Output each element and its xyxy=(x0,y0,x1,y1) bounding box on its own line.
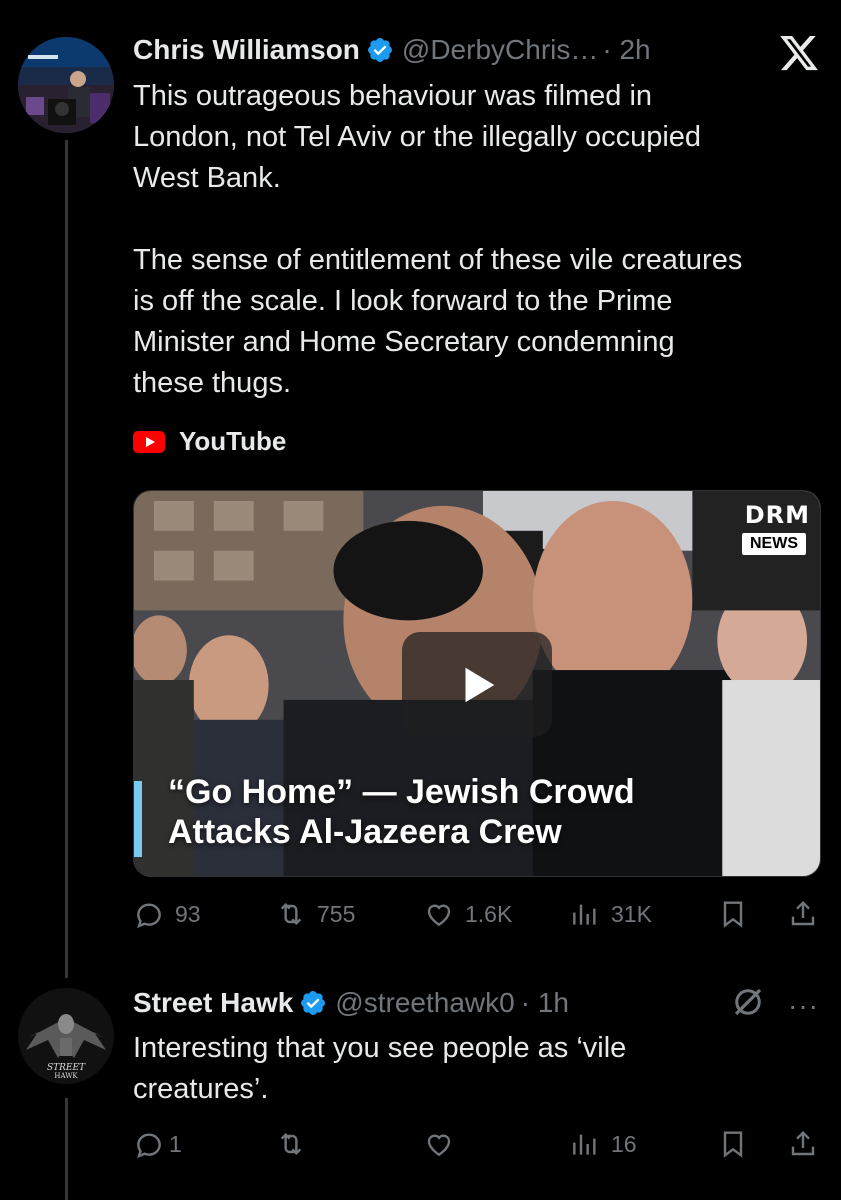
reply-button[interactable]: 93 xyxy=(133,894,201,934)
share-icon xyxy=(791,1130,815,1156)
author-name[interactable]: Street Hawk xyxy=(133,987,293,1019)
like-icon xyxy=(427,904,451,927)
views-count: 31K xyxy=(611,900,652,927)
like-button[interactable] xyxy=(423,1124,455,1164)
video-card[interactable]: DRM NEWS “Go Home” — Jewish Crowd Attack… xyxy=(133,490,821,877)
tweet-text: This outrageous behaviour was filmed in … xyxy=(133,80,743,399)
thread-line-bottom xyxy=(65,1098,68,1200)
views-count: 16 xyxy=(611,1130,637,1157)
bookmark-button[interactable] xyxy=(717,1124,749,1164)
like-count: 1.6K xyxy=(465,900,513,927)
caption-line-1: “Go Home” — Jewish Crowd xyxy=(168,773,635,811)
like-button[interactable]: 1.6K xyxy=(423,894,512,934)
reply-button[interactable]: 1 xyxy=(133,1124,182,1164)
views-icon xyxy=(573,904,596,925)
repost-button[interactable] xyxy=(275,1124,307,1164)
views-icon xyxy=(573,1134,596,1155)
repost-count: 755 xyxy=(317,900,356,927)
author-name[interactable]: Chris Williamson xyxy=(133,34,360,66)
play-icon xyxy=(465,667,495,702)
play-button[interactable] xyxy=(402,632,552,737)
repost-icon xyxy=(280,902,302,926)
author-handle[interactable]: @DerbyChris… xyxy=(402,34,598,66)
channel-logo: DRM NEWS xyxy=(712,501,810,555)
share-button[interactable] xyxy=(787,894,819,934)
grok-icon[interactable] xyxy=(730,984,766,1020)
repost-icon xyxy=(280,1132,302,1156)
source-label: YouTube xyxy=(179,426,287,456)
tweet1-header: Chris Williamson @DerbyChris… · 2h xyxy=(133,30,651,70)
bookmark-icon xyxy=(723,901,743,928)
reply-count: 1 xyxy=(169,1130,182,1157)
reply-text: Interesting that you see people as ‘vile… xyxy=(133,1032,627,1105)
repost-button[interactable]: 755 xyxy=(275,894,355,934)
tweet2-actions: 1 16 xyxy=(133,1124,823,1164)
reply-avatar[interactable]: STREET HAWK xyxy=(18,988,114,1084)
caption-line-2: Attacks Al-Jazeera Crew xyxy=(168,813,562,851)
timestamp[interactable]: · 1h xyxy=(521,987,569,1019)
tweet2-header: Street Hawk @streethawk0 · 1h xyxy=(133,983,569,1023)
bookmark-button[interactable] xyxy=(717,894,749,934)
bookmark-icon xyxy=(723,1131,743,1158)
reply-icon xyxy=(137,1133,161,1159)
link-source[interactable]: YouTube xyxy=(133,426,286,457)
caption-bar xyxy=(134,781,142,857)
more-icon[interactable]: ··· xyxy=(788,990,819,1022)
author-handle[interactable]: @streethawk0 xyxy=(335,987,514,1019)
verified-icon xyxy=(367,38,392,62)
tweet1-actions: 93 755 1.6K 31K xyxy=(133,894,823,934)
like-icon xyxy=(427,1134,451,1157)
news-badge: NEWS xyxy=(742,533,806,555)
share-button[interactable] xyxy=(787,1124,819,1164)
share-icon xyxy=(791,900,815,926)
views-button[interactable]: 31K xyxy=(569,894,652,934)
reply-count: 93 xyxy=(175,900,201,927)
drm-logo: DRM xyxy=(744,501,810,529)
youtube-icon xyxy=(133,430,165,453)
reply-icon xyxy=(137,903,161,929)
verified-icon xyxy=(301,991,326,1015)
avatar[interactable] xyxy=(18,37,114,133)
views-button[interactable]: 16 xyxy=(569,1124,637,1164)
timestamp[interactable]: · 2h xyxy=(602,34,650,66)
thread-line-top xyxy=(65,140,68,978)
avatar-text-2: HAWK xyxy=(54,1072,78,1080)
x-logo-icon[interactable] xyxy=(778,32,820,74)
